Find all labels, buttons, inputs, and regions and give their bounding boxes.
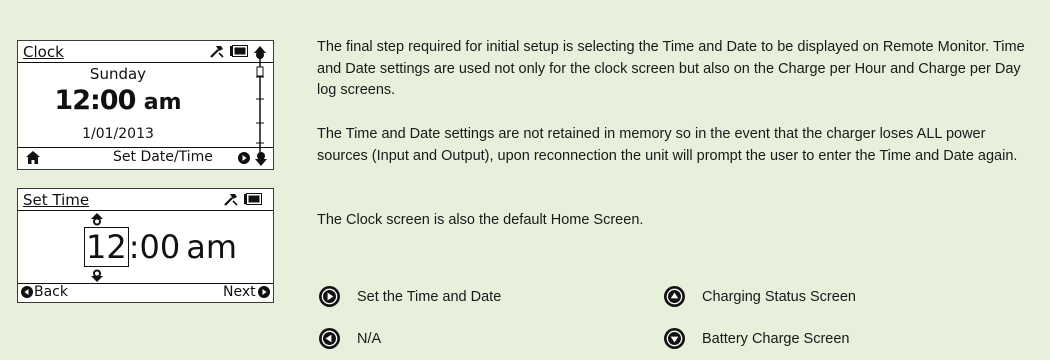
legend-down: Battery Charge Screen [664,328,850,349]
legend-up-label: Charging Status Screen [702,288,856,305]
set-time-title: Set Time [23,191,90,209]
down-arrow-icon[interactable] [91,269,103,282]
right-button-icon [319,286,340,307]
left-arrow-icon[interactable] [21,286,33,298]
hour-field[interactable]: 12 [84,227,129,267]
header-divider [18,210,273,211]
battery-icon [230,45,248,57]
paragraph-memory: The Time and Date settings are not retai… [317,126,1018,164]
legend-right-label: Set the Time and Date [357,288,502,305]
wrench-icon [210,46,224,58]
ampm-field[interactable]: am [186,228,237,266]
clock-time: 12:00 am [18,85,218,116]
clock-screen-title: Clock [23,43,64,61]
set-time-screen: Set Time 12:00 am Back Next [17,188,274,303]
legend-right: Set the Time and Date [319,286,501,307]
header-divider [18,62,273,63]
down-button-icon [664,328,685,349]
next-label[interactable]: Next [223,284,256,300]
minutes-field[interactable]: 00 [140,228,181,266]
up-arrow-icon[interactable] [91,213,103,226]
time-separator: : [128,228,140,266]
paragraph-setup: The final step required for initial setu… [317,39,1025,99]
back-label[interactable]: Back [34,284,68,300]
legend-left: N/A [319,328,381,349]
wrench-icon [224,194,238,206]
down-arrow-icon[interactable] [254,151,268,166]
home-icon[interactable] [26,151,40,164]
right-arrow-icon[interactable] [238,152,250,164]
clock-ampm: am [143,90,182,115]
set-time-value: 12:00 am [84,227,237,267]
left-button-icon [319,328,340,349]
right-arrow-icon[interactable] [258,286,270,298]
battery-icon [244,193,262,205]
up-button-icon [664,286,685,307]
clock-screen: Clock Sunday 12:00 am 1/01/2013 Set Date… [17,40,274,170]
legend-down-label: Battery Charge Screen [702,330,850,347]
paragraph-home-screen: The Clock screen is also the default Hom… [317,212,644,228]
clock-date: 1/01/2013 [82,126,154,142]
clock-day: Sunday [89,65,147,83]
clock-time-value: 12:00 [54,85,136,116]
set-date-time-label[interactable]: Set Date/Time [113,149,213,165]
legend-up: Charging Status Screen [664,286,856,307]
footer-divider [18,147,273,148]
legend-left-label: N/A [357,330,382,347]
